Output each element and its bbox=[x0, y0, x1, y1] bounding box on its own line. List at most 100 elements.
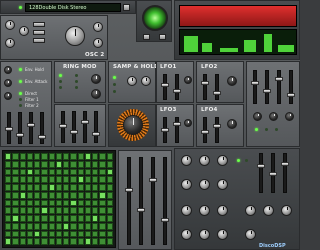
sequencer-step[interactable] bbox=[63, 191, 70, 199]
sequencer-step[interactable] bbox=[92, 199, 99, 207]
sequencer-step[interactable] bbox=[55, 184, 63, 191]
sequencer-step[interactable] bbox=[106, 215, 113, 222]
sequencer-step[interactable] bbox=[34, 160, 41, 168]
sequencer-step[interactable] bbox=[19, 153, 26, 160]
sequencer-step[interactable] bbox=[77, 153, 84, 160]
lfo4-shape-knob[interactable] bbox=[227, 119, 237, 129]
sequencer-step[interactable] bbox=[19, 191, 26, 199]
sequencer-step[interactable] bbox=[34, 168, 41, 176]
sequencer-step[interactable] bbox=[84, 160, 92, 168]
sequencer-step[interactable] bbox=[99, 222, 106, 230]
sequencer-step[interactable] bbox=[84, 191, 92, 199]
sequencer-step[interactable] bbox=[5, 215, 12, 222]
mix-fader-2[interactable] bbox=[70, 111, 78, 143]
sequencer-step[interactable] bbox=[106, 199, 113, 207]
sequencer-step[interactable] bbox=[77, 238, 84, 245]
osc2-ring-button[interactable] bbox=[33, 30, 45, 35]
filter-knob-2[interactable] bbox=[4, 79, 12, 87]
sequencer-step[interactable] bbox=[41, 222, 48, 230]
sequencer-step[interactable] bbox=[12, 168, 19, 176]
sequencer-step[interactable] bbox=[26, 222, 34, 230]
sequencer-step[interactable] bbox=[63, 184, 70, 191]
delay-knob-1[interactable] bbox=[181, 179, 192, 190]
sequencer-step[interactable] bbox=[99, 207, 106, 214]
sequencer-step[interactable] bbox=[26, 184, 34, 191]
sequencer-step[interactable] bbox=[106, 168, 113, 176]
sequencer-step[interactable] bbox=[5, 199, 12, 207]
sequencer-step[interactable] bbox=[34, 199, 41, 207]
sequencer-step[interactable] bbox=[55, 168, 63, 176]
sequencer-step[interactable] bbox=[106, 230, 113, 238]
lfo2-depth-fader[interactable] bbox=[213, 74, 221, 100]
sequencer-step[interactable] bbox=[106, 222, 113, 230]
sequencer-step[interactable] bbox=[19, 238, 26, 245]
sequencer-step[interactable] bbox=[77, 215, 84, 222]
sequencer-step[interactable] bbox=[99, 230, 106, 238]
sequencer-step[interactable] bbox=[55, 207, 63, 214]
sequencer-step[interactable] bbox=[70, 238, 77, 245]
sequencer-step[interactable] bbox=[12, 160, 19, 168]
sequencer-step[interactable] bbox=[99, 176, 106, 183]
sequencer-step[interactable] bbox=[70, 199, 77, 207]
eq-knob-4[interactable] bbox=[245, 229, 256, 240]
sequencer-step[interactable] bbox=[41, 199, 48, 207]
sequencer-step[interactable] bbox=[84, 153, 92, 160]
sh-rate-knob[interactable] bbox=[127, 76, 137, 86]
env-sustain-fader[interactable] bbox=[275, 70, 283, 104]
sequencer-step[interactable] bbox=[48, 230, 55, 238]
sequencer-step[interactable] bbox=[106, 207, 113, 214]
lfo2-rate-fader[interactable] bbox=[201, 74, 209, 100]
sequencer-step[interactable] bbox=[63, 199, 70, 207]
master-volume-knob[interactable] bbox=[142, 5, 168, 31]
osc1-level-knob[interactable] bbox=[19, 26, 29, 36]
sequencer-step[interactable] bbox=[106, 238, 113, 245]
sequencer-step[interactable] bbox=[48, 207, 55, 214]
sequencer-step[interactable] bbox=[5, 160, 12, 168]
sequencer-step[interactable] bbox=[26, 238, 34, 245]
sequencer-step[interactable] bbox=[92, 168, 99, 176]
sequencer-step[interactable] bbox=[84, 238, 92, 245]
filter-knob-1[interactable] bbox=[4, 66, 12, 74]
sequencer-step[interactable] bbox=[5, 238, 12, 245]
sequencer-step[interactable] bbox=[77, 191, 84, 199]
sequencer-step[interactable] bbox=[12, 191, 19, 199]
sequencer-step[interactable] bbox=[77, 160, 84, 168]
sequencer-step[interactable] bbox=[99, 199, 106, 207]
sequencer-step[interactable] bbox=[48, 153, 55, 160]
osc2-detune-knob[interactable] bbox=[93, 38, 103, 48]
chorus-knob-3[interactable] bbox=[217, 205, 228, 216]
sequencer-step[interactable] bbox=[12, 176, 19, 183]
sequencer-step[interactable] bbox=[19, 176, 26, 183]
chorus-knob-2[interactable] bbox=[199, 205, 210, 216]
sequencer-step[interactable] bbox=[92, 222, 99, 230]
eq-knob-3[interactable] bbox=[217, 229, 228, 240]
sequencer-step[interactable] bbox=[41, 160, 48, 168]
sequencer-step[interactable] bbox=[55, 160, 63, 168]
sequencer-step[interactable] bbox=[92, 184, 99, 191]
sequencer-step[interactable] bbox=[19, 160, 26, 168]
delay-knob-2[interactable] bbox=[199, 179, 210, 190]
mix-fader-3[interactable] bbox=[81, 111, 89, 143]
sequencer-step[interactable] bbox=[19, 184, 26, 191]
sequencer-step[interactable] bbox=[84, 207, 92, 214]
lfo4-depth-fader[interactable] bbox=[213, 117, 221, 143]
fx-knob-2[interactable] bbox=[199, 155, 210, 166]
sequencer-step[interactable] bbox=[41, 215, 48, 222]
sequencer-step[interactable] bbox=[34, 207, 41, 214]
sequencer-step[interactable] bbox=[48, 160, 55, 168]
sequencer-step[interactable] bbox=[106, 184, 113, 191]
sequencer-step[interactable] bbox=[19, 215, 26, 222]
filter-fader-4[interactable] bbox=[38, 112, 46, 144]
sequencer-step[interactable] bbox=[48, 222, 55, 230]
sequencer-step[interactable] bbox=[99, 153, 106, 160]
sequencer-step[interactable] bbox=[5, 191, 12, 199]
sequencer-step[interactable] bbox=[77, 168, 84, 176]
seq-fader-3[interactable] bbox=[149, 157, 157, 245]
lfo3-shape-knob[interactable] bbox=[184, 119, 192, 127]
sequencer-step[interactable] bbox=[41, 207, 48, 214]
cutoff-knob[interactable] bbox=[123, 115, 143, 135]
ring-mod-freq-knob[interactable] bbox=[91, 89, 101, 99]
sequencer-step[interactable] bbox=[5, 222, 12, 230]
lfo2-shape-knob[interactable] bbox=[227, 76, 237, 86]
osc2-semi-knob[interactable] bbox=[93, 22, 103, 32]
